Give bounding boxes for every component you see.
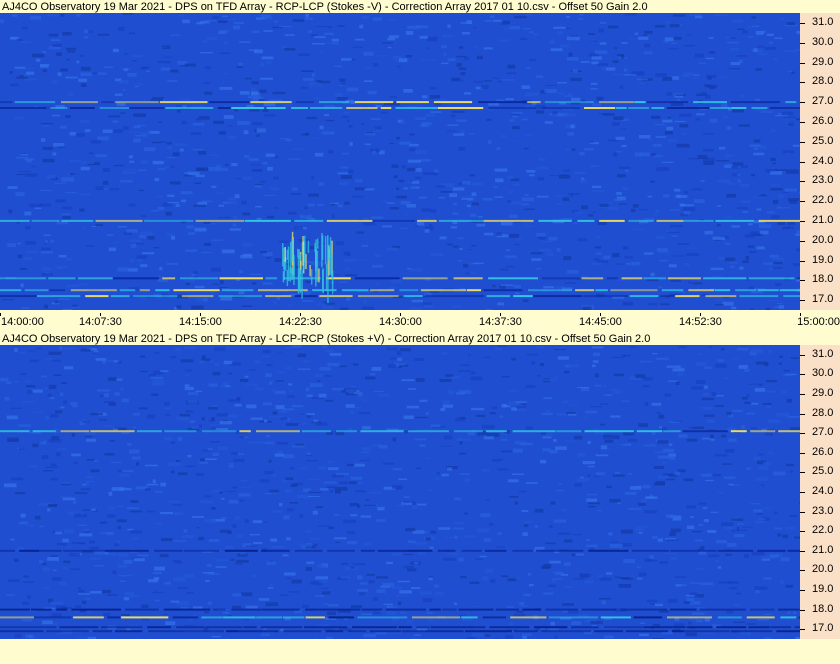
- dark-line: [0, 626, 800, 629]
- y-tick-label: 26.0: [812, 114, 834, 127]
- interference-line: [0, 219, 800, 222]
- y-tick-label: 19.0: [812, 253, 834, 266]
- y-tick: [800, 452, 805, 454]
- y-tick-label: 22.0: [812, 194, 834, 207]
- y-tick: [800, 531, 805, 533]
- y-tick-label: 20.0: [812, 563, 834, 576]
- y-tick-label: 25.0: [812, 465, 834, 478]
- x-tick-label: 15:00:00: [797, 316, 840, 328]
- y-tick-label: 23.0: [812, 174, 834, 187]
- y-tick: [800, 181, 805, 183]
- y-tick: [800, 201, 805, 203]
- dark-line: [0, 630, 800, 633]
- panel-title: AJ4CO Observatory 19 Mar 2021 - DPS on T…: [2, 333, 651, 345]
- interference-line: [0, 101, 797, 104]
- y-tick: [800, 42, 805, 44]
- y-tick: [800, 629, 805, 631]
- y-tick-label: 30.0: [812, 367, 834, 380]
- spectrogram-svg: [0, 345, 800, 639]
- y-tick: [800, 280, 805, 282]
- y-tick-label: 20.0: [812, 233, 834, 246]
- interference-line: [0, 289, 800, 292]
- y-tick-label: 18.0: [812, 273, 834, 286]
- y-tick: [800, 550, 805, 552]
- frequency-axis: 17.0 18.0 19.0 20.0 21.0 22.0 23.0 24.0 25.0 26.0…: [800, 345, 840, 639]
- y-tick: [800, 102, 805, 104]
- x-tick-label: 14:15:00: [179, 316, 222, 328]
- y-tick-label: 30.0: [812, 35, 834, 48]
- y-tick: [800, 300, 805, 302]
- y-tick-label: 25.0: [812, 134, 834, 147]
- y-tick: [800, 394, 805, 395]
- x-tick-label: 14:30:00: [379, 316, 422, 328]
- time-axis: 14:00:00 14:07:30 14:15:00 14:22:30 14:30:00…: [0, 313, 840, 329]
- y-tick-label: 29.0: [812, 55, 834, 68]
- y-tick: [800, 570, 805, 572]
- y-tick: [800, 413, 805, 415]
- panel-title: AJ4CO Observatory 19 Mar 2021 - DPS on T…: [2, 1, 648, 13]
- y-tick: [800, 354, 805, 356]
- interference-line: [0, 107, 800, 109]
- y-tick-label: 23.0: [812, 504, 834, 517]
- y-tick-label: 31.0: [812, 347, 834, 360]
- y-tick: [800, 22, 805, 24]
- y-tick-label: 24.0: [812, 154, 834, 167]
- y-tick-label: 17.0: [812, 293, 834, 306]
- spectrogram-plot: [0, 13, 800, 310]
- y-tick: [800, 240, 805, 242]
- time-axis: [0, 640, 840, 664]
- y-tick-label: 27.0: [812, 426, 834, 439]
- y-tick: [800, 62, 805, 64]
- y-tick-label: 19.0: [812, 583, 834, 595]
- y-tick: [800, 433, 805, 435]
- y-tick-label: 21.0: [812, 213, 834, 226]
- x-tick-label: 14:07:30: [79, 316, 122, 328]
- y-tick-label: 28.0: [812, 406, 834, 419]
- dark-line: [0, 608, 800, 611]
- y-tick-label: 27.0: [812, 95, 834, 108]
- interference-line: [0, 616, 800, 619]
- y-tick-label: 26.0: [812, 445, 834, 458]
- interference-line: [0, 430, 800, 433]
- x-tick-label: 14:37:30: [479, 316, 522, 328]
- y-tick: [800, 260, 805, 262]
- y-tick-label: 22.0: [812, 524, 834, 537]
- y-tick: [800, 472, 805, 474]
- y-tick: [800, 609, 805, 611]
- x-tick-label: 14:22:30: [279, 316, 322, 328]
- y-tick: [800, 161, 805, 163]
- y-tick-label: 21.0: [812, 543, 834, 556]
- y-tick-label: 18.0: [812, 602, 834, 615]
- y-tick: [800, 121, 805, 123]
- x-tick-label: 14:52:30: [679, 316, 722, 328]
- y-tick: [800, 590, 805, 591]
- y-tick-label: 29.0: [812, 387, 834, 399]
- dark-line: [0, 549, 800, 552]
- y-tick-label: 24.0: [812, 485, 834, 497]
- frequency-axis: 17.0 18.0 19.0 20.0 21.0 22.0 23.0 24.0 25.0 26.0…: [800, 13, 840, 310]
- y-tick: [800, 374, 805, 376]
- y-tick: [800, 492, 805, 493]
- y-tick: [800, 220, 805, 222]
- y-tick: [800, 141, 805, 143]
- x-tick-label: 14:45:00: [579, 316, 622, 328]
- spectrogram-plot: [0, 345, 800, 639]
- y-tick-label: 31.0: [812, 15, 834, 28]
- spectrogram-svg: [0, 13, 800, 310]
- y-tick: [800, 511, 805, 513]
- y-tick-label: 28.0: [812, 75, 834, 88]
- x-tick-label: 14:00:00: [1, 316, 44, 328]
- y-tick: [800, 82, 805, 84]
- y-tick-label: 17.0: [812, 622, 834, 635]
